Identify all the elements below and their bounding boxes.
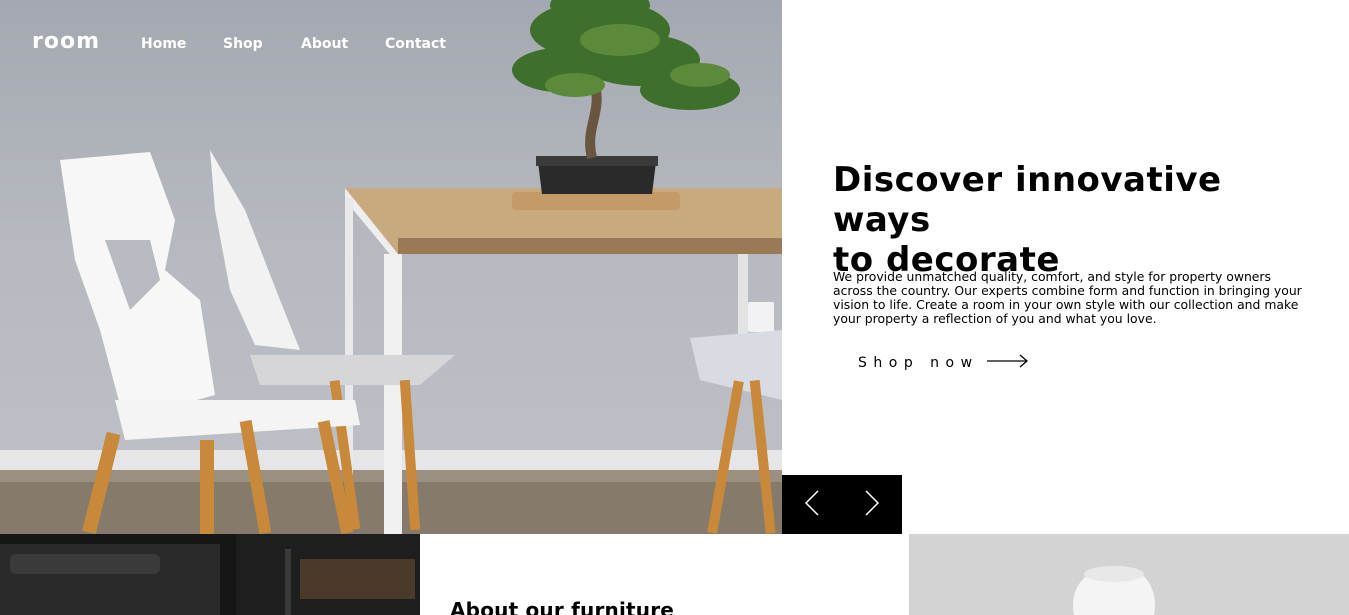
hero-text-panel: Discover innovative ways to decorate We …: [782, 0, 1349, 534]
slider-next-button[interactable]: [842, 475, 902, 534]
nav-link-about[interactable]: About: [301, 36, 348, 52]
about-dark-image: [0, 534, 420, 615]
hero-description: We provide unmatched quality, comfort, a…: [833, 269, 1302, 326]
main-nav: room Home Shop About Contact: [0, 0, 782, 90]
slider-controls: [782, 475, 902, 534]
slider-prev-button[interactable]: [782, 475, 842, 534]
nav-link-shop[interactable]: Shop: [223, 36, 263, 52]
shop-now-link[interactable]: Shop now: [858, 353, 1029, 372]
about-light-image: [909, 534, 1349, 615]
logo[interactable]: room: [32, 29, 100, 54]
chevron-right-icon: [864, 489, 880, 521]
hero-headline: Discover innovative ways to decorate: [833, 160, 1313, 280]
nav-link-contact[interactable]: Contact: [385, 36, 446, 52]
shop-now-label: Shop now: [858, 354, 979, 371]
arrow-right-icon: [986, 353, 1029, 372]
about-title: About our furniture: [450, 598, 675, 615]
about-panel: About our furniture: [420, 534, 909, 615]
hero-headline-line-1: Discover innovative ways: [833, 160, 1222, 240]
chevron-left-icon: [804, 489, 820, 521]
nav-link-home[interactable]: Home: [141, 36, 186, 52]
